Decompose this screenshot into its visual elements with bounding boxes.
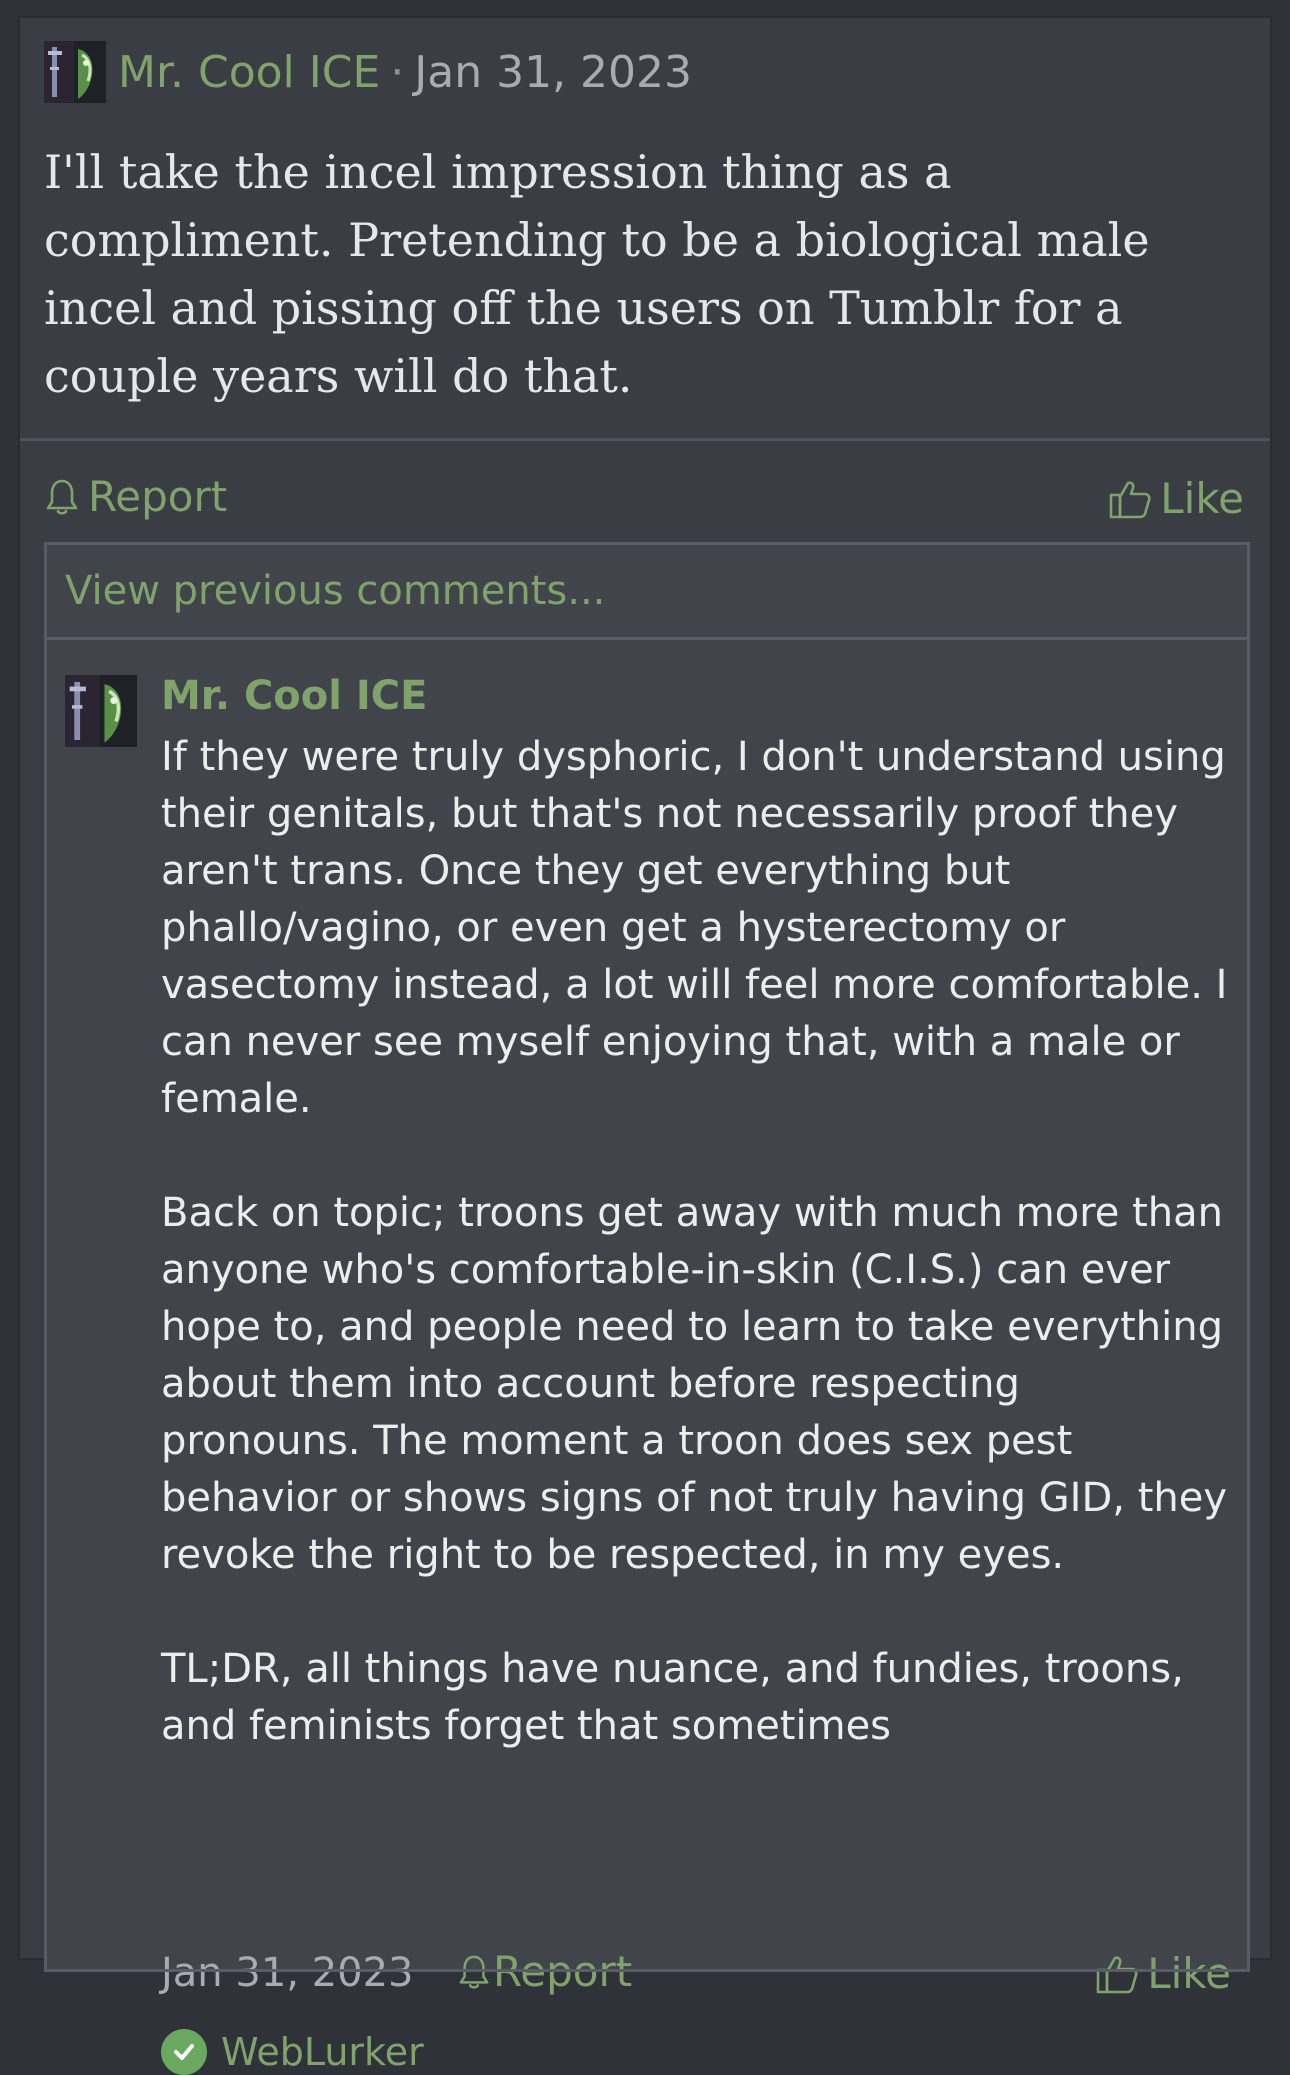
report-button[interactable]: Report bbox=[44, 472, 227, 521]
post-date: Jan 31, 2023 bbox=[414, 46, 693, 98]
post-body: I'll take the incel impression thing as … bbox=[44, 145, 1150, 403]
comment-author-link[interactable]: Mr. Cool ICE bbox=[161, 673, 427, 719]
post-actions: Report Like bbox=[44, 468, 1244, 532]
post-header: Mr. Cool ICE · Jan 31, 2023 bbox=[44, 40, 692, 104]
comment-paragraph: TL;DR, all things have nuance, and fundi… bbox=[161, 1646, 1184, 1749]
like-button[interactable]: Like bbox=[1108, 474, 1244, 523]
comment-like-button[interactable]: Like bbox=[1095, 1949, 1231, 1998]
page: Mr. Cool ICE · Jan 31, 2023 I'll take th… bbox=[0, 0, 1290, 2075]
comment-footer: Jan 31, 2023 Report Like bbox=[161, 1941, 1231, 2005]
avatar-image bbox=[44, 41, 106, 103]
comment-paragraph: If they were truly dysphoric, I don't un… bbox=[161, 734, 1228, 1122]
thumbs-up-icon bbox=[1096, 1955, 1138, 1993]
bell-icon bbox=[46, 479, 78, 515]
header-separator: · bbox=[390, 46, 405, 98]
like-label: Like bbox=[1160, 474, 1244, 523]
avatar[interactable] bbox=[44, 41, 106, 103]
comment-body: If they were truly dysphoric, I don't un… bbox=[161, 729, 1231, 1755]
report-label: Report bbox=[88, 472, 228, 521]
comment-date: Jan 31, 2023 bbox=[161, 1950, 414, 1996]
liked-by-user-link[interactable]: WebLurker bbox=[221, 2030, 424, 2074]
avatar[interactable] bbox=[65, 675, 137, 747]
liked-by: WebLurker bbox=[161, 2029, 424, 2075]
comments-section: View previous comments... Mr. Cool ICE I… bbox=[44, 542, 1250, 2075]
comment-like-label: Like bbox=[1147, 1949, 1231, 1998]
post-author-link[interactable]: Mr. Cool ICE bbox=[118, 47, 380, 98]
thumbs-up-icon bbox=[1109, 480, 1151, 518]
divider bbox=[47, 1969, 1247, 1972]
view-previous-comments-link[interactable]: View previous comments... bbox=[47, 545, 1247, 640]
comment-paragraph: Back on topic; troons get away with much… bbox=[161, 1190, 1228, 1578]
avatar-image bbox=[65, 675, 137, 747]
post-card: Mr. Cool ICE · Jan 31, 2023 I'll take th… bbox=[18, 16, 1272, 2075]
divider bbox=[20, 438, 1270, 441]
check-circle-icon bbox=[161, 2029, 207, 2075]
